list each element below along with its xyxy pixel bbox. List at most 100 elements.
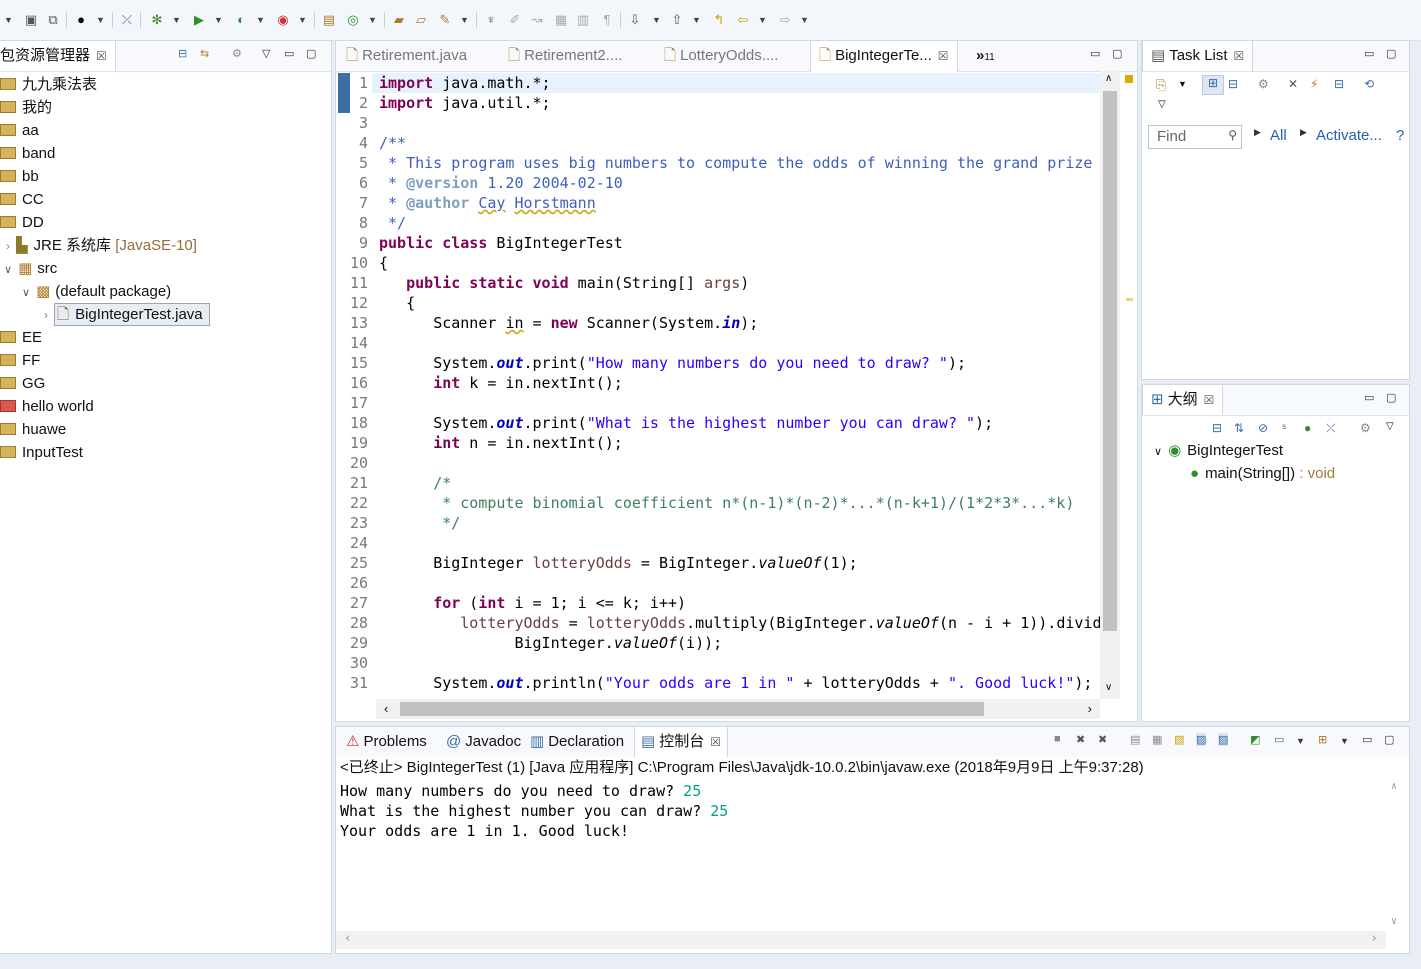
- chevron-down-icon[interactable]: ▼: [4, 11, 13, 29]
- tree-item-project[interactable]: InputTest: [0, 441, 83, 464]
- all-link[interactable]: All: [1270, 127, 1287, 144]
- chevron-down-icon[interactable]: ▼: [214, 11, 223, 29]
- console-horizontal-scrollbar[interactable]: ‹ ›: [336, 931, 1386, 949]
- tab-package-explorer[interactable]: 包资源管理器 ☒: [0, 41, 116, 71]
- remove-all-icon[interactable]: ✖: [1098, 733, 1107, 746]
- chevron-right-icon[interactable]: ›: [6, 239, 10, 253]
- tab-outline[interactable]: ⊞ 大纲 ☒: [1142, 385, 1224, 415]
- block-selection-icon[interactable]: ▥: [574, 11, 592, 29]
- word-wrap-icon[interactable]: ▧: [1174, 733, 1184, 746]
- save-icon[interactable]: ▣: [22, 11, 40, 29]
- focus-icon[interactable]: ⟲: [1364, 77, 1374, 91]
- hide-completed-icon[interactable]: ✕: [1288, 77, 1298, 91]
- minimize-icon[interactable]: ▭: [1364, 391, 1374, 404]
- tree-item-jre-library[interactable]: › ▙ JRE 系统库 [JavaSE-10]: [6, 234, 197, 257]
- tab-lotteryodds[interactable]: 🗋 LotteryOdds....: [658, 41, 784, 71]
- tree-item-project[interactable]: 九九乘法表: [0, 73, 97, 96]
- synchronize-icon[interactable]: ⚡: [1310, 77, 1318, 91]
- scroll-lock-icon[interactable]: ▦: [1152, 733, 1162, 746]
- coverage-icon[interactable]: ◐: [232, 11, 250, 29]
- chevron-down-icon[interactable]: ▼: [1340, 736, 1349, 746]
- chevron-right-icon[interactable]: ›: [44, 308, 48, 322]
- external-tools-icon[interactable]: ●: [72, 11, 90, 29]
- open-type-icon[interactable]: ▰: [390, 11, 408, 29]
- tree-item-java-file[interactable]: › 🗋 BigIntegerTest.java: [44, 303, 210, 326]
- chevron-down-icon[interactable]: ▼: [800, 11, 809, 29]
- hide-local-types-icon[interactable]: ⤫: [1326, 421, 1336, 436]
- tree-item-project[interactable]: hello world: [0, 395, 94, 418]
- hide-fields-icon[interactable]: ⊘: [1258, 421, 1268, 435]
- console-vertical-scrollbar[interactable]: ∧ ∨: [1386, 779, 1406, 929]
- outline-class-item[interactable]: ∨ ◉ BigIntegerTest: [1154, 439, 1283, 462]
- tree-item-project[interactable]: GG: [0, 372, 45, 395]
- chevron-down-icon[interactable]: ▼: [652, 11, 661, 29]
- filters-icon[interactable]: ⚙: [1258, 77, 1269, 91]
- scroll-thumb[interactable]: [1103, 91, 1117, 631]
- show-on-stdout-icon[interactable]: ▨: [1196, 733, 1207, 746]
- tab-task-list[interactable]: ▤ Task List ☒: [1142, 41, 1254, 71]
- terminate-icon[interactable]: ■: [1054, 733, 1061, 745]
- next-annotation-icon[interactable]: ⇩: [626, 11, 644, 29]
- skip-breakpoints-icon[interactable]: ⤫: [118, 11, 136, 29]
- chevron-down-icon[interactable]: ▼: [758, 11, 767, 29]
- maximize-icon[interactable]: ▢: [1386, 47, 1396, 60]
- new-class-icon[interactable]: ◎: [344, 11, 362, 29]
- scroll-left-icon[interactable]: ‹: [344, 931, 352, 946]
- chevron-down-icon[interactable]: ▼: [692, 11, 701, 29]
- scroll-down-icon[interactable]: ∨: [1105, 682, 1112, 693]
- editor-horizontal-scrollbar[interactable]: ‹ ›: [376, 699, 1100, 719]
- minimize-icon[interactable]: ▭: [1362, 733, 1372, 746]
- minimize-icon[interactable]: ▭: [284, 47, 294, 60]
- tree-item-project[interactable]: FF: [0, 349, 40, 372]
- tree-item-project[interactable]: aa: [0, 119, 39, 142]
- new-task-icon[interactable]: ⎘: [1156, 77, 1166, 93]
- tab-problems[interactable]: ⚠ Problems: [340, 727, 433, 757]
- chevron-down-icon[interactable]: ∨: [4, 264, 12, 276]
- scheduled-icon[interactable]: ⊟: [1228, 77, 1238, 91]
- tab-overflow[interactable]: »11: [976, 41, 995, 71]
- search-icon[interactable]: ⚲: [1228, 128, 1237, 142]
- maximize-icon[interactable]: ▢: [1384, 733, 1394, 746]
- toggle-mark-icon[interactable]: ↝: [528, 11, 546, 29]
- help-icon[interactable]: ?: [1396, 127, 1404, 144]
- scroll-down-icon[interactable]: ∨: [1391, 916, 1397, 927]
- close-icon[interactable]: ☒: [710, 735, 721, 749]
- show-whitespace-icon[interactable]: ▦: [552, 11, 570, 29]
- chevron-down-icon[interactable]: ▼: [1178, 79, 1187, 89]
- categorized-icon[interactable]: ⊞: [1202, 75, 1224, 95]
- find-input[interactable]: Find ⚲: [1148, 125, 1242, 149]
- chevron-down-icon[interactable]: ∨: [22, 287, 30, 299]
- close-icon[interactable]: ☒: [938, 49, 949, 63]
- view-menu-icon[interactable]: ▽: [1158, 99, 1166, 110]
- back-icon[interactable]: ⇦: [734, 11, 752, 29]
- pin-icon[interactable]: ♆: [482, 11, 500, 29]
- pilcrow-icon[interactable]: ¶: [598, 11, 616, 29]
- tab-javadoc[interactable]: @ Javadoc: [440, 727, 527, 757]
- maximize-icon[interactable]: ▢: [1112, 47, 1122, 60]
- activate-link[interactable]: Activate...: [1316, 127, 1382, 144]
- code-editor[interactable]: 1 import java.math.*; 2 import java.util.*…: [336, 71, 1136, 696]
- tree-item-project[interactable]: 我的: [0, 96, 52, 119]
- tab-retirement[interactable]: 🗋 Retirement.java: [340, 41, 473, 71]
- forward-icon[interactable]: ⇨: [776, 11, 794, 29]
- search-icon[interactable]: ✎: [436, 11, 454, 29]
- scroll-right-icon[interactable]: ›: [1370, 931, 1378, 946]
- tree-item-project[interactable]: CC: [0, 188, 44, 211]
- scroll-up-icon[interactable]: ∧: [1391, 781, 1397, 792]
- open-task-icon[interactable]: ▱: [412, 11, 430, 29]
- tab-bigintegertest[interactable]: 🗋 BigIntegerTe... ☒: [810, 41, 958, 72]
- tree-item-default-package[interactable]: ∨ ▩ (default package): [22, 280, 171, 303]
- collapse-all-icon[interactable]: ⊟: [1212, 421, 1222, 435]
- maximize-icon[interactable]: ▢: [1386, 391, 1396, 404]
- scroll-right-icon[interactable]: ›: [1088, 701, 1092, 716]
- tree-item-project[interactable]: DD: [0, 211, 44, 234]
- chevron-down-icon[interactable]: ▼: [256, 11, 265, 29]
- link-with-editor-icon[interactable]: ⚙: [1360, 421, 1371, 435]
- editor-vertical-scrollbar[interactable]: ∧ ∨: [1100, 71, 1120, 699]
- display-console-icon[interactable]: ▭: [1274, 733, 1284, 746]
- tree-item-src[interactable]: ∨ ▦ src: [4, 257, 57, 280]
- new-java-project-icon[interactable]: ▤: [320, 11, 338, 29]
- chevron-down-icon[interactable]: ▼: [1296, 736, 1305, 746]
- external-tools-icon[interactable]: ◉: [274, 11, 292, 29]
- console-output[interactable]: How many numbers do you need to draw? 25…: [336, 779, 1409, 953]
